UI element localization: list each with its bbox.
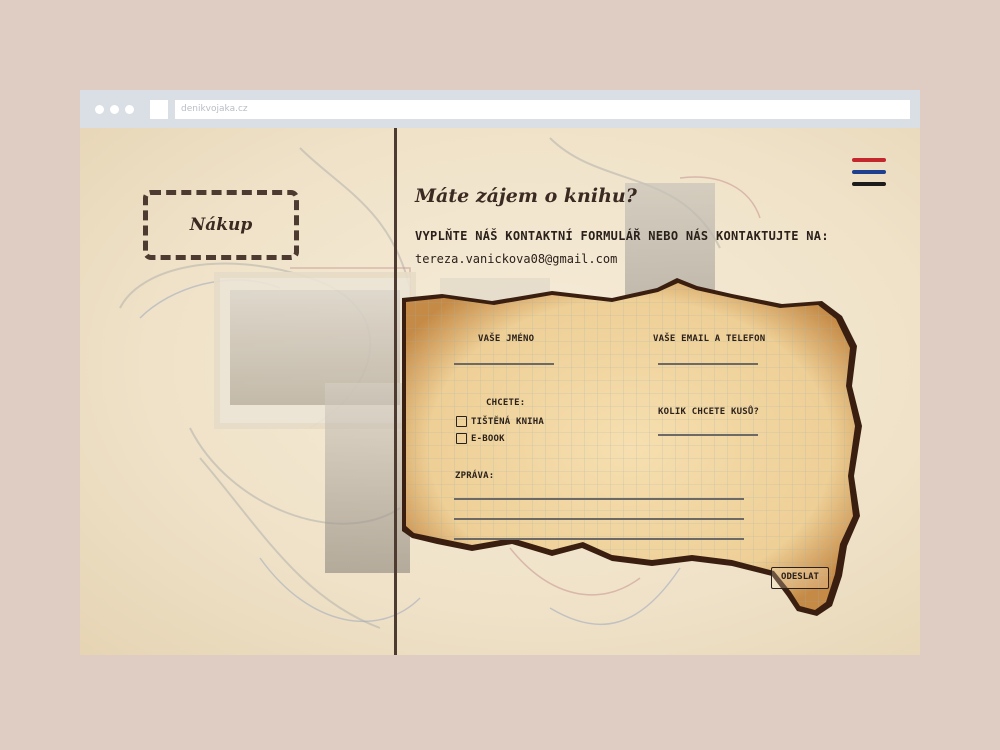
printed-book-label: TIŠTĚNÁ KNIHA <box>471 417 545 427</box>
window-dot-icon[interactable] <box>125 105 134 114</box>
name-input[interactable] <box>454 363 554 365</box>
browser-toolbar: denikvojaka.cz <box>80 90 920 128</box>
page-content: Nákup Máte zájem o knihu? VYPLŇTE NÁŠ KO… <box>80 128 920 655</box>
nakup-button[interactable]: Nákup <box>143 190 299 260</box>
vertical-divider <box>394 128 397 655</box>
submit-button[interactable]: ODESLAT <box>771 567 829 589</box>
ebook-checkbox[interactable] <box>456 433 467 444</box>
message-label: ZPRÁVA: <box>455 471 495 481</box>
ebook-label: E-BOOK <box>471 434 505 444</box>
page-title: Máte zájem o knihu? <box>415 185 637 207</box>
menu-bar-blue <box>852 170 886 174</box>
contact-input[interactable] <box>658 363 758 365</box>
want-label: CHCETE: <box>486 398 526 408</box>
name-label: VAŠE JMÉNO <box>478 334 535 344</box>
menu-bar-black <box>852 182 886 186</box>
menu-icon[interactable] <box>850 156 888 190</box>
vintage-photo-people <box>325 383 410 573</box>
printed-book-checkbox[interactable] <box>456 416 467 427</box>
window-dot-icon[interactable] <box>95 105 104 114</box>
address-bar[interactable]: denikvojaka.cz <box>175 100 910 119</box>
contact-label: VAŠE EMAIL A TELEFON <box>653 334 766 344</box>
contact-email[interactable]: tereza.vanickova08@gmail.com <box>415 252 617 266</box>
window-dot-icon[interactable] <box>110 105 119 114</box>
contact-instructions: VYPLŇTE NÁŠ KONTAKTNÍ FORMULÁŘ NEBO NÁS … <box>415 229 829 243</box>
quantity-input[interactable] <box>658 434 758 436</box>
quantity-label: KOLIK CHCETE KUSŮ? <box>658 407 760 417</box>
browser-window: denikvojaka.cz Nákup Máte zájem o knihu?… <box>80 90 920 655</box>
menu-bar-red <box>852 158 886 162</box>
message-line[interactable] <box>454 518 744 520</box>
message-line[interactable] <box>454 538 744 540</box>
message-line[interactable] <box>454 498 744 500</box>
tab-icon[interactable] <box>150 100 168 119</box>
